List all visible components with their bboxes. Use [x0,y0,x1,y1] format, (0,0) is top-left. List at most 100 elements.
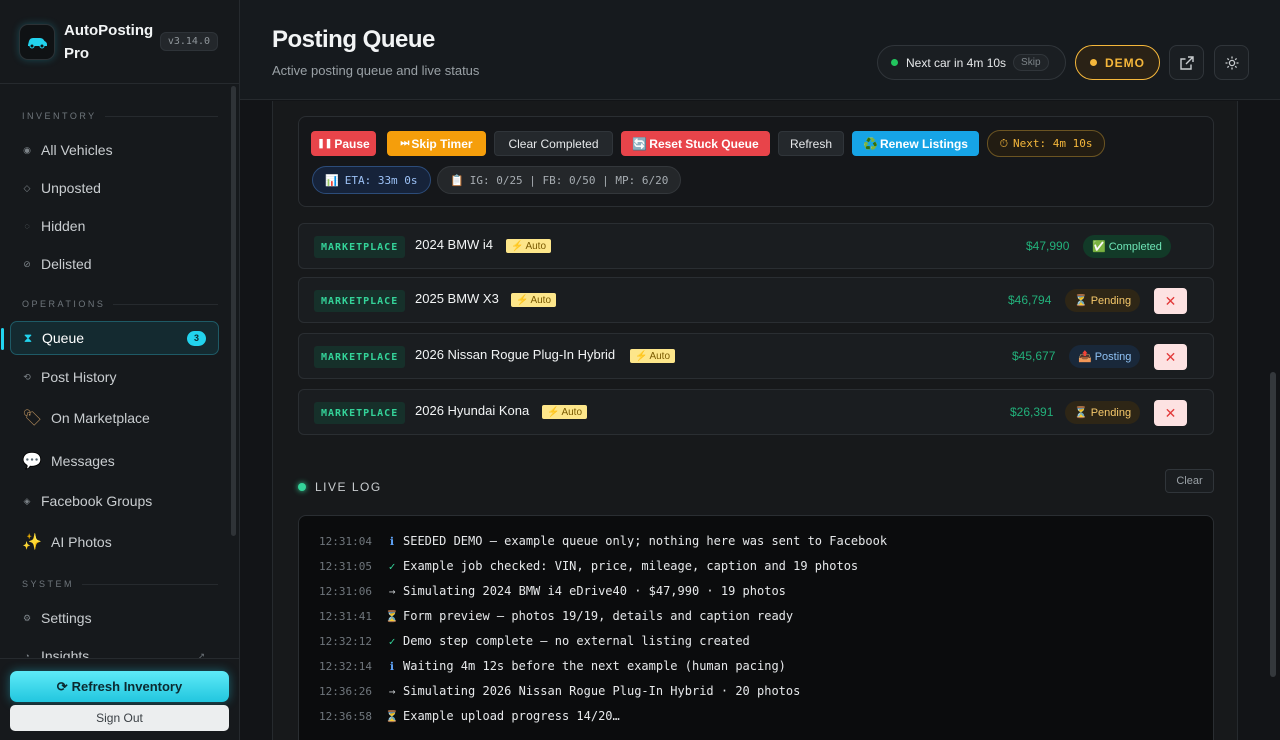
log-timestamp: 12:31:06 [319,584,372,598]
page-subtitle: Active posting queue and live status [272,63,480,78]
car-logo-icon [19,23,55,60]
status-badge: 📤 Posting [1069,345,1141,368]
tag-icon: 🏷 [22,410,43,427]
close-icon: ✕ [1164,348,1177,365]
log-ok-icon: ✓ [388,559,396,573]
refresh-icon: ⟳ [56,678,68,694]
renew-listings-button[interactable]: ♻️ Renew Listings [852,131,979,156]
remove-button[interactable]: ✕ [1154,288,1187,314]
auto-badge: ⚡ Auto [542,405,588,419]
log-timestamp: 12:31:41 [319,609,372,623]
log-info-icon: ℹ [389,534,395,548]
pending-icon: ⏳ [1074,407,1088,419]
sidebar-item-hidden[interactable]: ◌ Hidden [10,209,219,243]
sidebar-item-queue[interactable]: ⧗ Queue 3 [1,321,219,355]
recycle-icon: ♻️ [863,136,878,151]
refresh-inventory-button[interactable]: ⟳ Refresh Inventory [10,671,229,702]
sidebar-item-unposted[interactable]: ◇ Unposted [10,171,219,205]
history-icon: ⟲ [23,371,31,382]
log-message: SEEDED DEMO — example queue only; nothin… [403,534,888,548]
demo-mode-button[interactable]: DEMO [1075,45,1160,80]
sidebar-item-ai-photos[interactable]: ✨ AI Photos [10,525,219,559]
queue-row: MARKETPLACE 2026 Hyundai Kona ⚡ Auto $26,391… [298,389,1214,435]
main-scrollbar[interactable] [1270,372,1276,677]
skip-button[interactable]: Skip [1013,54,1049,71]
app-name: AutoPosting Pro [64,21,154,62]
lightning-icon: ⚡ [547,406,560,418]
sidebar: AutoPosting Pro v3.14.0 INVENTORY ◉ All V… [0,0,240,740]
vehicle-name: 2025 BMW X3 [415,291,499,306]
vehicle-name: 2026 Nissan Rogue Plug-In Hybrid [415,347,616,362]
platform-tag: MARKETPLACE [314,346,406,368]
sidebar-item-messages[interactable]: 💬 Messages [10,444,219,478]
log-line: 12:36:58 ⏳ Example upload progress 14/20… [319,709,620,723]
header-actions: Next car in 4m 10s Skip DEMO [877,45,1280,80]
demo-dot-icon [1090,59,1097,66]
diamond-icon: ◇ [23,182,31,193]
open-external-button[interactable] [1169,45,1204,80]
close-icon: ✕ [1164,404,1177,421]
live-dot-icon [298,483,306,491]
cycle-icon: 🔄 [632,136,648,151]
status-badge: ✅ Completed [1083,235,1171,258]
sidebar-item-facebook-groups[interactable]: ◈ Facebook Groups [10,484,219,518]
remove-button[interactable]: ✕ [1154,344,1187,370]
lightning-icon: ⚡ [511,240,524,252]
gear-icon: ⚙ [22,612,32,623]
refresh-button[interactable]: Refresh [778,131,844,156]
log-arr-icon: → [388,684,396,698]
vehicle-name: 2026 Hyundai Kona [415,403,530,418]
sidebar-scrollbar[interactable] [231,86,236,536]
log-message: Waiting 4m 12s before the next example (… [403,659,786,673]
log-arr-icon: → [388,584,396,598]
queue-row: MARKETPLACE 2026 Nissan Rogue Plug-In Hyb… [298,333,1214,379]
log-line: 12:31:41 ⏳ Form preview — photos 19/19, de… [319,609,793,623]
sparkles-icon: ✨ [22,534,42,551]
hourglass-icon: ⧗ [23,330,33,345]
live-log-panel: 12:31:04 ℹ SEEDED DEMO — example queue onl… [298,515,1214,740]
bullet-icon: ◉ [23,144,31,155]
bar-chart-icon: 📊 [325,173,339,187]
clear-log-button[interactable]: Clear [1165,469,1214,493]
log-line: 12:36:26 → Simulating 2026 Nissan Rogue Pl… [319,684,800,698]
auto-badge: ⚡ Auto [511,293,557,307]
auto-badge: ⚡ Auto [506,239,552,253]
external-link-icon [1179,55,1194,70]
section-inventory: INVENTORY [22,111,218,121]
sidebar-item-delisted[interactable]: ⊘ Delisted [10,247,219,281]
main-content: ❚❚ Pause ⏭ Skip Timer Clear Completed 🔄 Res… [272,101,1238,740]
section-operations: OPERATIONS [22,299,218,309]
log-ok-icon: ✓ [388,634,396,648]
queue-controls: ❚❚ Pause ⏭ Skip Timer Clear Completed 🔄 Res… [298,116,1214,207]
reset-stuck-queue-button[interactable]: 🔄 Reset Stuck Queue [621,131,770,156]
sidebar-footer: ⟳ Refresh Inventory Sign Out [0,658,239,740]
status-badge: ⏳ Pending [1065,401,1141,424]
section-system: SYSTEM [22,579,218,589]
log-timestamp: 12:31:05 [319,559,372,573]
log-message: Example job checked: VIN, price, mileage… [403,559,859,573]
clear-completed-button[interactable]: Clear Completed [494,131,613,156]
vehicle-name: 2024 BMW i4 [415,237,494,252]
vehicle-price: $26,391 [1010,405,1054,419]
log-timestamp: 12:32:14 [319,659,372,673]
sign-out-button[interactable]: Sign Out [10,705,229,731]
vehicle-price: $45,677 [1012,349,1056,363]
sidebar-item-on-marketplace[interactable]: 🏷 On Marketplace [10,401,219,435]
remove-button[interactable]: ✕ [1154,400,1187,426]
platform-tag: MARKETPLACE [314,236,406,258]
sidebar-item-all-vehicles[interactable]: ◉ All Vehicles [10,133,219,167]
log-timestamp: 12:36:58 [319,709,372,723]
log-message: Form preview — photos 19/19, details and… [403,609,794,623]
pause-button[interactable]: ❚❚ Pause [311,131,376,156]
vehicle-price: $46,794 [1008,293,1052,307]
pause-icon: ❚❚ [317,138,333,148]
skip-timer-button[interactable]: ⏭ Skip Timer [387,131,486,156]
live-log-title: LIVE LOG [298,480,382,494]
log-wait-icon: ⏳ [385,609,399,623]
log-line: 12:32:14 ℹ Waiting 4m 12s before the next … [319,659,786,673]
sidebar-item-post-history[interactable]: ⟲ Post History [10,360,219,394]
posting-icon: 📤 [1078,351,1092,363]
log-message: Demo step complete — no external listing… [403,634,750,648]
sidebar-item-settings[interactable]: ⚙ Settings [10,601,219,635]
theme-toggle-button[interactable] [1214,45,1249,80]
